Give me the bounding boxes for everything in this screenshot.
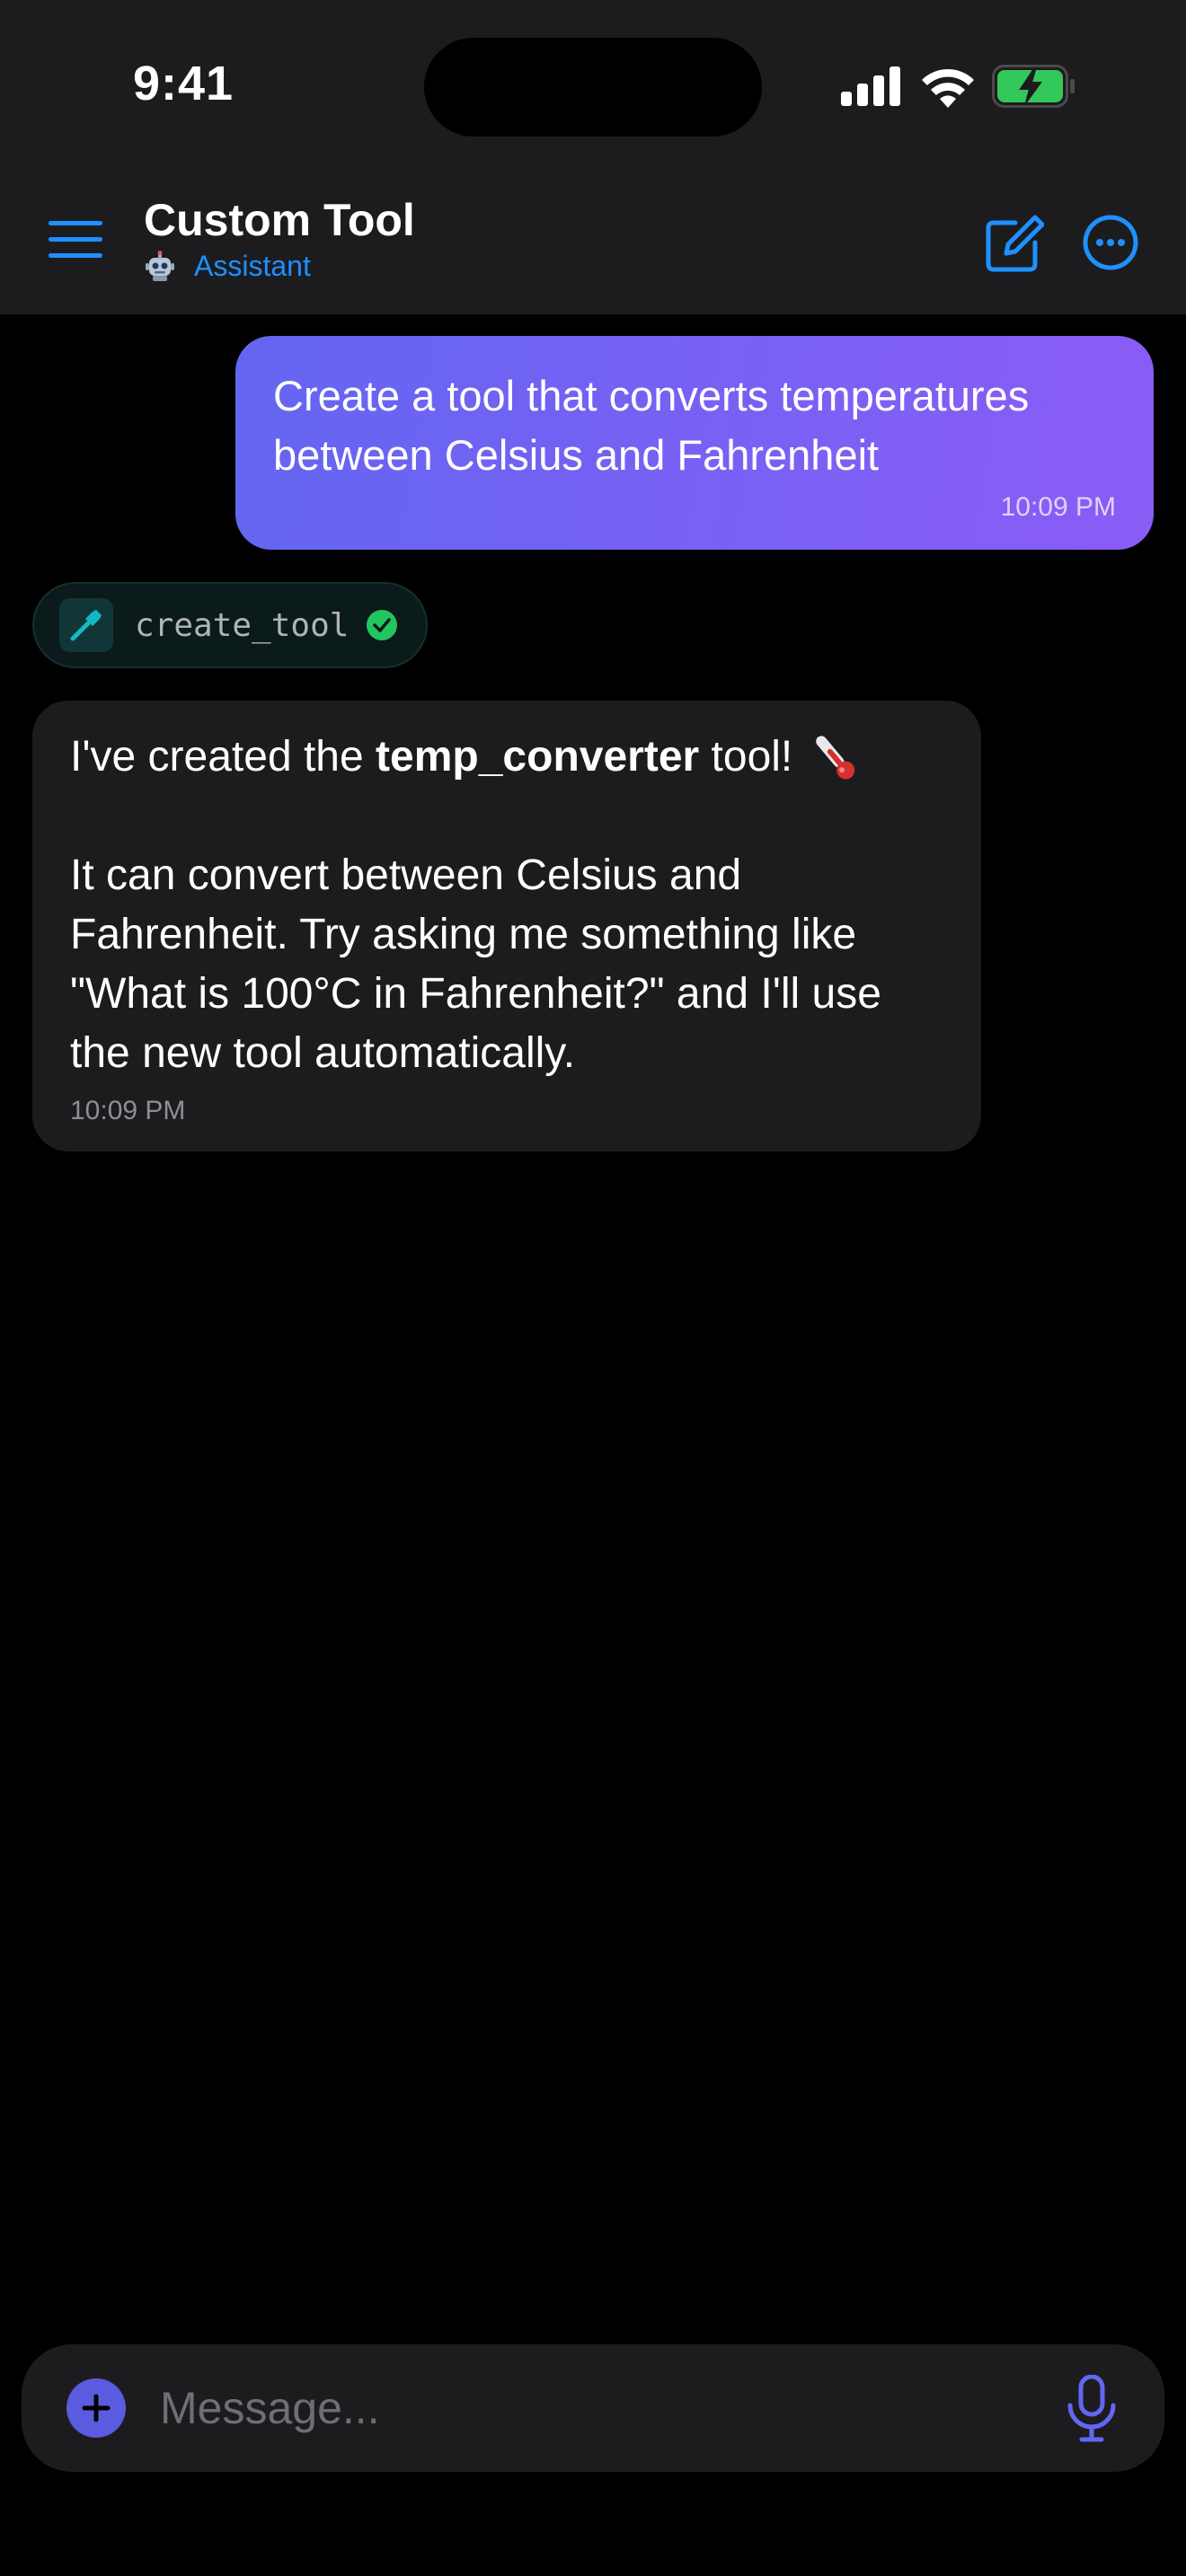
more-options-icon[interactable] (1082, 214, 1139, 271)
assistant-intro-line: I've created the temp_converter tool! (70, 728, 943, 787)
assistant-message-time: 10:09 PM (70, 1096, 186, 1125)
status-time: 9:41 (133, 57, 235, 110)
assistant-message-body: It can convert between Celsius and Fahre… (70, 851, 881, 1077)
cellular-signal-icon (841, 66, 900, 106)
user-message-text: Create a tool that converts temperatures… (273, 372, 1030, 479)
menu-button[interactable] (49, 221, 104, 260)
success-check-icon (367, 610, 398, 640)
microphone-icon[interactable] (1064, 2375, 1120, 2443)
user-message-time: 10:09 PM (1000, 492, 1116, 522)
assistant-tool-name: temp_converter (376, 733, 700, 781)
battery-charging-icon (992, 65, 1075, 108)
dynamic-island (424, 38, 762, 137)
assistant-message-bubble[interactable]: I've created the temp_converter tool! It… (32, 701, 981, 1151)
wifi-icon (922, 68, 974, 108)
top-bar: 9:41 Custom Tool Assistant (0, 0, 1186, 314)
conversation-title: Custom Tool (144, 195, 415, 245)
assistant-intro-before: I've created the (70, 733, 364, 781)
thermometer-icon (816, 736, 855, 780)
tool-icon-box (59, 598, 113, 652)
robot-icon (146, 250, 174, 281)
attach-button[interactable] (66, 2378, 126, 2438)
subtitle-label: Assistant (194, 250, 311, 282)
assistant-intro-after: tool! (711, 733, 793, 781)
tool-call-chip[interactable]: create_tool (32, 582, 428, 668)
plus-icon (82, 2394, 111, 2422)
message-composer (22, 2344, 1164, 2472)
user-message-bubble[interactable]: Create a tool that converts temperatures… (235, 336, 1154, 550)
hammer-icon (70, 610, 102, 641)
message-input[interactable] (160, 2371, 1040, 2445)
new-chat-compose-icon[interactable] (985, 214, 1044, 273)
conversation-subtitle: Assistant (144, 250, 311, 283)
tool-call-name: create_tool (135, 606, 350, 644)
